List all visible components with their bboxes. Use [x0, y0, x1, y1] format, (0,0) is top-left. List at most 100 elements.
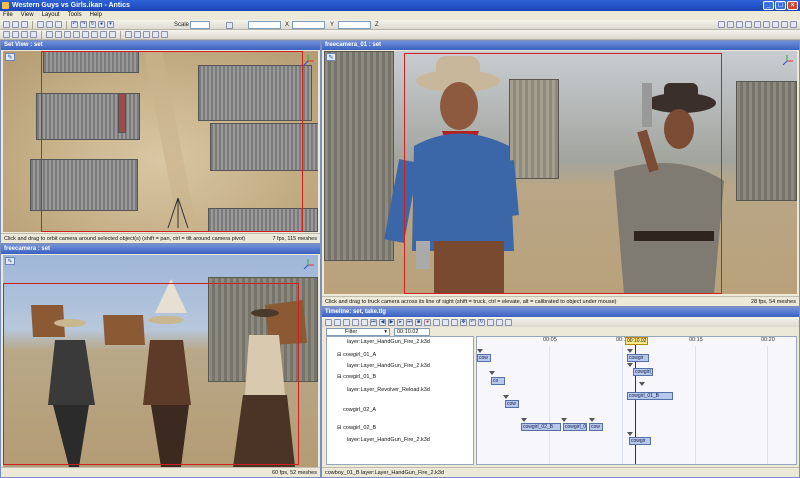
- tl-start-icon[interactable]: ⏮: [370, 318, 377, 326]
- tree-row[interactable]: ⊟ cowgirl_02_B: [327, 423, 473, 434]
- timeline-clip[interactable]: cowgirl_: [633, 368, 653, 376]
- tl-link-icon[interactable]: [496, 318, 503, 326]
- camera-tool-icon[interactable]: [736, 21, 743, 28]
- tree-row[interactable]: layer:Layer_Revolver_Reload.k3d: [327, 385, 473, 396]
- cam-d-icon[interactable]: [152, 31, 159, 38]
- filter-dropdown[interactable]: Filter ▾: [326, 328, 390, 336]
- timeline-clip[interactable]: cowgir: [627, 354, 649, 362]
- tree-row[interactable]: cowgirl_02_A: [327, 405, 473, 416]
- move-icon[interactable]: [12, 31, 19, 38]
- layout-2-icon[interactable]: [772, 21, 779, 28]
- character-tool-icon[interactable]: [718, 21, 725, 28]
- minimize-button[interactable]: _: [763, 1, 774, 10]
- y-field[interactable]: [292, 21, 325, 29]
- orientation-gizmo-icon[interactable]: [302, 259, 314, 271]
- timeline-clip[interactable]: co: [491, 377, 505, 385]
- undo-icon[interactable]: ↶: [71, 21, 78, 28]
- cam-b-icon[interactable]: [134, 31, 141, 38]
- maximize-button[interactable]: □: [775, 1, 786, 10]
- run-icon[interactable]: [55, 31, 62, 38]
- freecamera01-viewport[interactable]: ✎: [324, 51, 797, 294]
- look-icon[interactable]: [82, 31, 89, 38]
- tree-row[interactable]: layer:Layer_HandGun_Fire_2.k3d: [327, 435, 473, 446]
- tree-row[interactable]: ⊟ cowgirl_01_B: [327, 372, 473, 383]
- layout-3-icon[interactable]: [781, 21, 788, 28]
- timeline-clip[interactable]: cow: [477, 354, 491, 362]
- tl-paste-icon[interactable]: [352, 318, 359, 326]
- tl-stop-icon[interactable]: ■: [415, 318, 422, 326]
- timeline-clip[interactable]: cowgirl_02_B: [521, 423, 561, 431]
- menu-tools[interactable]: Tools: [68, 11, 82, 20]
- viewport-tool-icon[interactable]: ✎: [326, 53, 336, 61]
- grid-icon[interactable]: [754, 21, 761, 28]
- tl-zoom-in-icon[interactable]: [433, 318, 440, 326]
- tree-row[interactable]: layer:Layer_HandGun_Fire_2.k3d: [327, 337, 473, 348]
- walk-icon[interactable]: [46, 31, 53, 38]
- tl-play-icon[interactable]: ▶: [388, 318, 395, 326]
- cam-a-icon[interactable]: [125, 31, 132, 38]
- menu-file[interactable]: File: [3, 11, 13, 20]
- copy-icon[interactable]: [46, 21, 53, 28]
- timeline-clip[interactable]: cow: [505, 400, 519, 408]
- sit-icon[interactable]: [73, 31, 80, 38]
- record-icon[interactable]: ●: [98, 21, 105, 28]
- scale-icon[interactable]: [30, 31, 37, 38]
- orientation-gizmo-icon[interactable]: [781, 55, 793, 67]
- tl-end-icon[interactable]: ⏭: [406, 318, 413, 326]
- tl-split-icon[interactable]: [487, 318, 494, 326]
- prop-tool-icon[interactable]: [727, 21, 734, 28]
- open-icon[interactable]: [12, 21, 19, 28]
- cam-c-icon[interactable]: [143, 31, 150, 38]
- tl-grid-icon[interactable]: [334, 318, 341, 326]
- refresh-icon[interactable]: ↻: [89, 21, 96, 28]
- time-field[interactable]: 00:10.02: [394, 328, 430, 336]
- timeline-clip[interactable]: cowgirl_01_B: [627, 392, 673, 400]
- tl-next-icon[interactable]: ▸: [397, 318, 404, 326]
- menu-layout[interactable]: Layout: [42, 11, 60, 20]
- tree-row[interactable]: layer:Layer_HandGun_Fire_2.k3d: [327, 361, 473, 372]
- tl-redo-icon[interactable]: ↻: [478, 318, 485, 326]
- talk-icon[interactable]: [109, 31, 116, 38]
- menu-view[interactable]: View: [21, 11, 34, 20]
- tl-copy-icon[interactable]: [343, 318, 350, 326]
- playhead-line[interactable]: [635, 345, 636, 464]
- scale-field[interactable]: [190, 21, 210, 29]
- set-view-viewport[interactable]: ✎: [3, 51, 318, 232]
- cut-icon[interactable]: [37, 21, 44, 28]
- timeline-clip[interactable]: cowgir: [629, 437, 651, 445]
- tl-cut-icon[interactable]: [361, 318, 368, 326]
- tree-row[interactable]: ⊟ cowgirl_01_A: [327, 350, 473, 361]
- menu-help[interactable]: Help: [90, 11, 102, 20]
- paste-icon[interactable]: [55, 21, 62, 28]
- dropdown-arrow-icon[interactable]: ▾: [107, 21, 114, 28]
- z-field[interactable]: [338, 21, 371, 29]
- jump-icon[interactable]: [64, 31, 71, 38]
- tl-record-icon[interactable]: ●: [424, 318, 431, 326]
- select-icon[interactable]: [3, 31, 10, 38]
- timeline-clip[interactable]: cowgirl_02_B: [563, 423, 587, 431]
- viewport-tool-icon[interactable]: ✎: [5, 257, 15, 265]
- save-icon[interactable]: [21, 21, 28, 28]
- tl-fit-icon[interactable]: [451, 318, 458, 326]
- timeline-clip[interactable]: cow: [589, 423, 603, 431]
- playhead-label[interactable]: 00:10.02: [625, 337, 649, 345]
- point-icon[interactable]: [91, 31, 98, 38]
- rotate-icon[interactable]: [21, 31, 28, 38]
- close-button[interactable]: ×: [787, 1, 798, 10]
- x-field[interactable]: [248, 21, 281, 29]
- layout-1-icon[interactable]: [763, 21, 770, 28]
- grab-icon[interactable]: [100, 31, 107, 38]
- tl-end2-icon[interactable]: [505, 318, 512, 326]
- tl-list-icon[interactable]: [325, 318, 332, 326]
- freecamera-viewport[interactable]: ✎: [3, 255, 318, 467]
- timeline-track[interactable]: 00:05 00:10 00:15 00:20 00:10.02 cow cow…: [476, 336, 797, 465]
- cam-e-icon[interactable]: [161, 31, 168, 38]
- tl-undo-icon[interactable]: ↶: [469, 318, 476, 326]
- new-icon[interactable]: [3, 21, 10, 28]
- orientation-gizmo-icon[interactable]: [302, 55, 314, 67]
- light-tool-icon[interactable]: [745, 21, 752, 28]
- tl-zoom-out-icon[interactable]: [442, 318, 449, 326]
- viewport-tool-icon[interactable]: ✎: [5, 53, 15, 61]
- tl-prev-icon[interactable]: ◀: [379, 318, 386, 326]
- redo-icon[interactable]: ↷: [80, 21, 87, 28]
